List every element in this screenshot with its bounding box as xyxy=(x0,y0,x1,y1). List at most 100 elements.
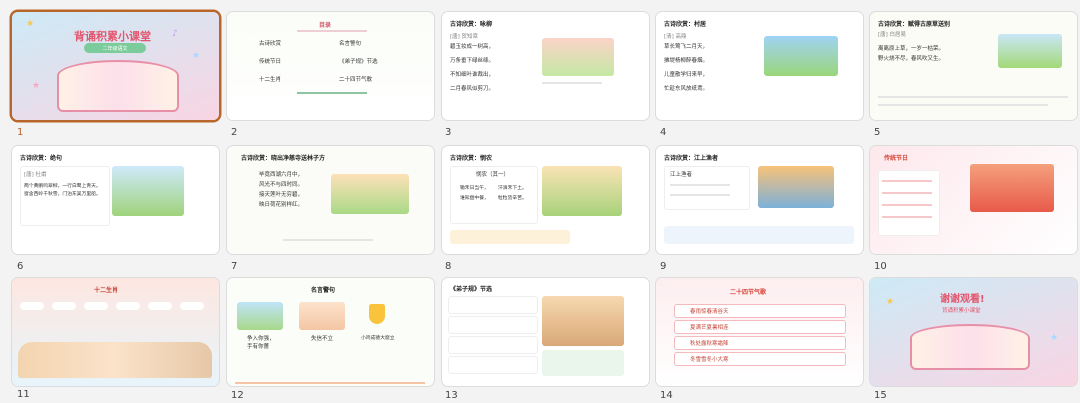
toc-item: 十二生肖 xyxy=(259,77,282,83)
quote-item: 小鸡成德大窟立 xyxy=(361,336,395,341)
poem-line: 毕竟西湖六月中， xyxy=(259,172,304,178)
slide-thumbnail-14[interactable]: 二十四节气歌 春雨惊春清谷天 夏满芒夏暑相连 秋处露秋寒霜降 冬雪雪冬小大寒 xyxy=(656,278,863,386)
poem-line: 草长莺飞二月天， xyxy=(664,44,709,50)
poem-author: [唐] 贺知章 xyxy=(450,34,479,40)
poem-line: 映日荷花别样红。 xyxy=(259,202,304,208)
slide-number: 11 xyxy=(17,389,30,400)
children-illustration xyxy=(237,302,283,330)
slide-title: 背诵积累小课堂 xyxy=(74,30,151,43)
slide-title: 《弟子规》节选 xyxy=(450,286,493,293)
fisherman-sunset-illustration xyxy=(758,166,834,208)
toc-item: 传统节日 xyxy=(259,59,282,65)
slide-number: 6 xyxy=(17,261,24,272)
festival-illustration xyxy=(970,164,1054,212)
slide-title: 古诗欣赏：悯农 xyxy=(450,155,493,162)
slide-number: 10 xyxy=(874,261,887,272)
slide-number: 5 xyxy=(874,127,881,138)
slide-title: 传统节日 xyxy=(884,155,909,162)
slide-thumbnail-15[interactable]: 谢谢观看! 背诵积累小课堂 ★ ★ xyxy=(870,278,1077,386)
slide-thumbnail-11[interactable]: 十二生肖 xyxy=(12,278,219,386)
star-icon: ★ xyxy=(26,19,35,29)
poem-line: 锄禾日当午， xyxy=(460,186,489,191)
slide-number: 2 xyxy=(231,127,238,138)
poem-line: 不知细叶谁裁出， xyxy=(450,72,495,78)
slide-number: 4 xyxy=(660,127,667,138)
slide-title: 古诗欣赏：绝句 xyxy=(20,155,63,162)
solar-term-line: 冬雪雪冬小大寒 xyxy=(690,357,729,363)
poem-line: 儿童散学归来早， xyxy=(664,72,709,78)
slide-thumbnail-2[interactable]: 目录 古诗欣赏 名言警句 传统节日 《弟子规》节选 十二生肖 二十四节气歌 xyxy=(227,12,434,120)
zodiac-animals-illustration xyxy=(18,342,212,378)
slide-thumbnail-10[interactable]: 传统节日 xyxy=(870,146,1077,254)
quote-item: 争入你强， xyxy=(247,336,275,342)
slide-number: 1 xyxy=(17,127,24,138)
poem-line: 粒粒皆辛苦。 xyxy=(498,196,527,201)
slide-title: 古诗欣赏：赋得古原草送别 xyxy=(878,21,951,28)
poem-line: 接天莲叶无穷碧， xyxy=(259,192,304,198)
toc-item: 二十四节气歌 xyxy=(339,77,373,83)
slide-thumbnail-6[interactable]: 古诗欣赏：绝句 [唐] 杜甫 两个黄鹂鸣翠柳，一行白鹭上青天。 窗含西岭千秋雪，… xyxy=(12,146,219,254)
slide-number: 3 xyxy=(445,127,452,138)
slide-title: 古诗欣赏：村居 xyxy=(664,21,707,28)
lotus-lake-illustration xyxy=(331,174,409,214)
slide-number: 14 xyxy=(660,390,673,401)
star-icon: ★ xyxy=(1050,333,1059,343)
slide-title: 二十四节气歌 xyxy=(730,289,767,296)
grassland-illustration xyxy=(998,34,1062,68)
poem-author: [清] 高鼎 xyxy=(664,34,687,40)
slide-thumbnail-1[interactable]: 背诵积累小课堂 二年级语文 ★ ★ ★ ♪ xyxy=(12,12,219,120)
poem-line: 汗滴禾下土。 xyxy=(498,186,527,191)
star-icon: ★ xyxy=(32,81,41,91)
solar-term-line: 春雨惊春清谷天 xyxy=(690,309,729,315)
slide-title: 名言警句 xyxy=(311,287,336,294)
music-note-icon: ♪ xyxy=(172,29,178,39)
slide-title: 十二生肖 xyxy=(94,287,119,294)
slide-number: 12 xyxy=(231,390,244,401)
slide-subtitle: 背诵积累小课堂 xyxy=(942,308,981,314)
slide-thumbnail-13[interactable]: 《弟子规》节选 xyxy=(442,278,649,386)
friends-illustration xyxy=(299,302,345,330)
toc-item: 古诗欣赏 xyxy=(259,41,282,47)
star-icon: ★ xyxy=(886,297,895,307)
poem-line: 二月春风似剪刀。 xyxy=(450,86,495,92)
poem-line: 野火烧不尽，春风吹又生。 xyxy=(878,56,945,62)
slide-thumbnail-9[interactable]: 古诗欣赏：江上渔者 江上渔者 xyxy=(656,146,863,254)
slide-thumbnail-4[interactable]: 古诗欣赏：村居 [清] 高鼎 草长莺飞二月天， 拂堤杨柳醉春烟。 儿童散学归来早… xyxy=(656,12,863,120)
quote-item: 手有你蔷 xyxy=(247,344,270,350)
slide-number: 7 xyxy=(231,261,238,272)
slide-number: 13 xyxy=(445,390,458,401)
star-icon: ★ xyxy=(192,51,201,61)
slide-thumbnail-8[interactable]: 古诗欣赏：悯农 悯农（其一） 锄禾日当午， 汗滴禾下土。 谁知盘中餐， 粒粒皆辛… xyxy=(442,146,649,254)
quote-item: 失信不立 xyxy=(311,336,334,342)
slide-title: 古诗欣赏：江上渔者 xyxy=(664,155,719,162)
open-book-icon xyxy=(910,324,1030,370)
slide-number: 8 xyxy=(445,261,452,272)
poem-line: 两个黄鹂鸣翠柳，一行白鹭上青天。 xyxy=(24,184,101,189)
poem-line: 谁知盘中餐， xyxy=(460,196,489,201)
poem-line: 万条垂下绿丝绦。 xyxy=(450,58,495,64)
slide-title: 古诗欣赏：咏柳 xyxy=(450,21,493,28)
solar-term-line: 秋处露秋寒霜降 xyxy=(690,341,729,347)
slide-thumbnail-12[interactable]: 名言警句 争入你强， 手有你蔷 失信不立 小鸡成德大窟立 xyxy=(227,278,434,386)
poem-line: 碧玉妆成一树高， xyxy=(450,44,495,50)
willow-illustration xyxy=(542,38,614,76)
shield-icon xyxy=(369,304,385,324)
slide-title: 目录 xyxy=(319,22,332,29)
poem-line: 拂堤杨柳醉春烟。 xyxy=(664,58,709,64)
slide-thumbnail-7[interactable]: 古诗欣赏：晓出净慈寺送林子方 毕竟西湖六月中， 风光不与四时同。 接天莲叶无穷碧… xyxy=(227,146,434,254)
slide-number: 9 xyxy=(660,261,667,272)
willow-river-illustration xyxy=(112,166,184,216)
poem-line: 忙趁东风放纸鸢。 xyxy=(664,86,709,92)
open-book-icon xyxy=(57,60,179,112)
slide-title: 谢谢观看! xyxy=(940,294,985,305)
slide-thumbnail-3[interactable]: 古诗欣赏：咏柳 [唐] 贺知章 碧玉妆成一树高， 万条垂下绿丝绦。 不知细叶谁裁… xyxy=(442,12,649,120)
poem-line: 离离原上草，一岁一枯荣。 xyxy=(878,46,945,52)
toc-item: 名言警句 xyxy=(339,41,362,47)
poem-title: 悯农（其一） xyxy=(476,172,510,178)
slide-subtitle: 二年级语文 xyxy=(84,43,146,53)
poem-author: [唐] 白居易 xyxy=(878,32,907,38)
slide-thumbnail-5[interactable]: 古诗欣赏：赋得古原草送别 [唐] 白居易 离离原上草，一岁一枯荣。 野火烧不尽，… xyxy=(870,12,1077,120)
poem-line: 风光不与四时同。 xyxy=(259,182,304,188)
slide-number: 15 xyxy=(874,390,887,401)
slide-title: 古诗欣赏：晓出净慈寺送林子方 xyxy=(241,155,326,162)
